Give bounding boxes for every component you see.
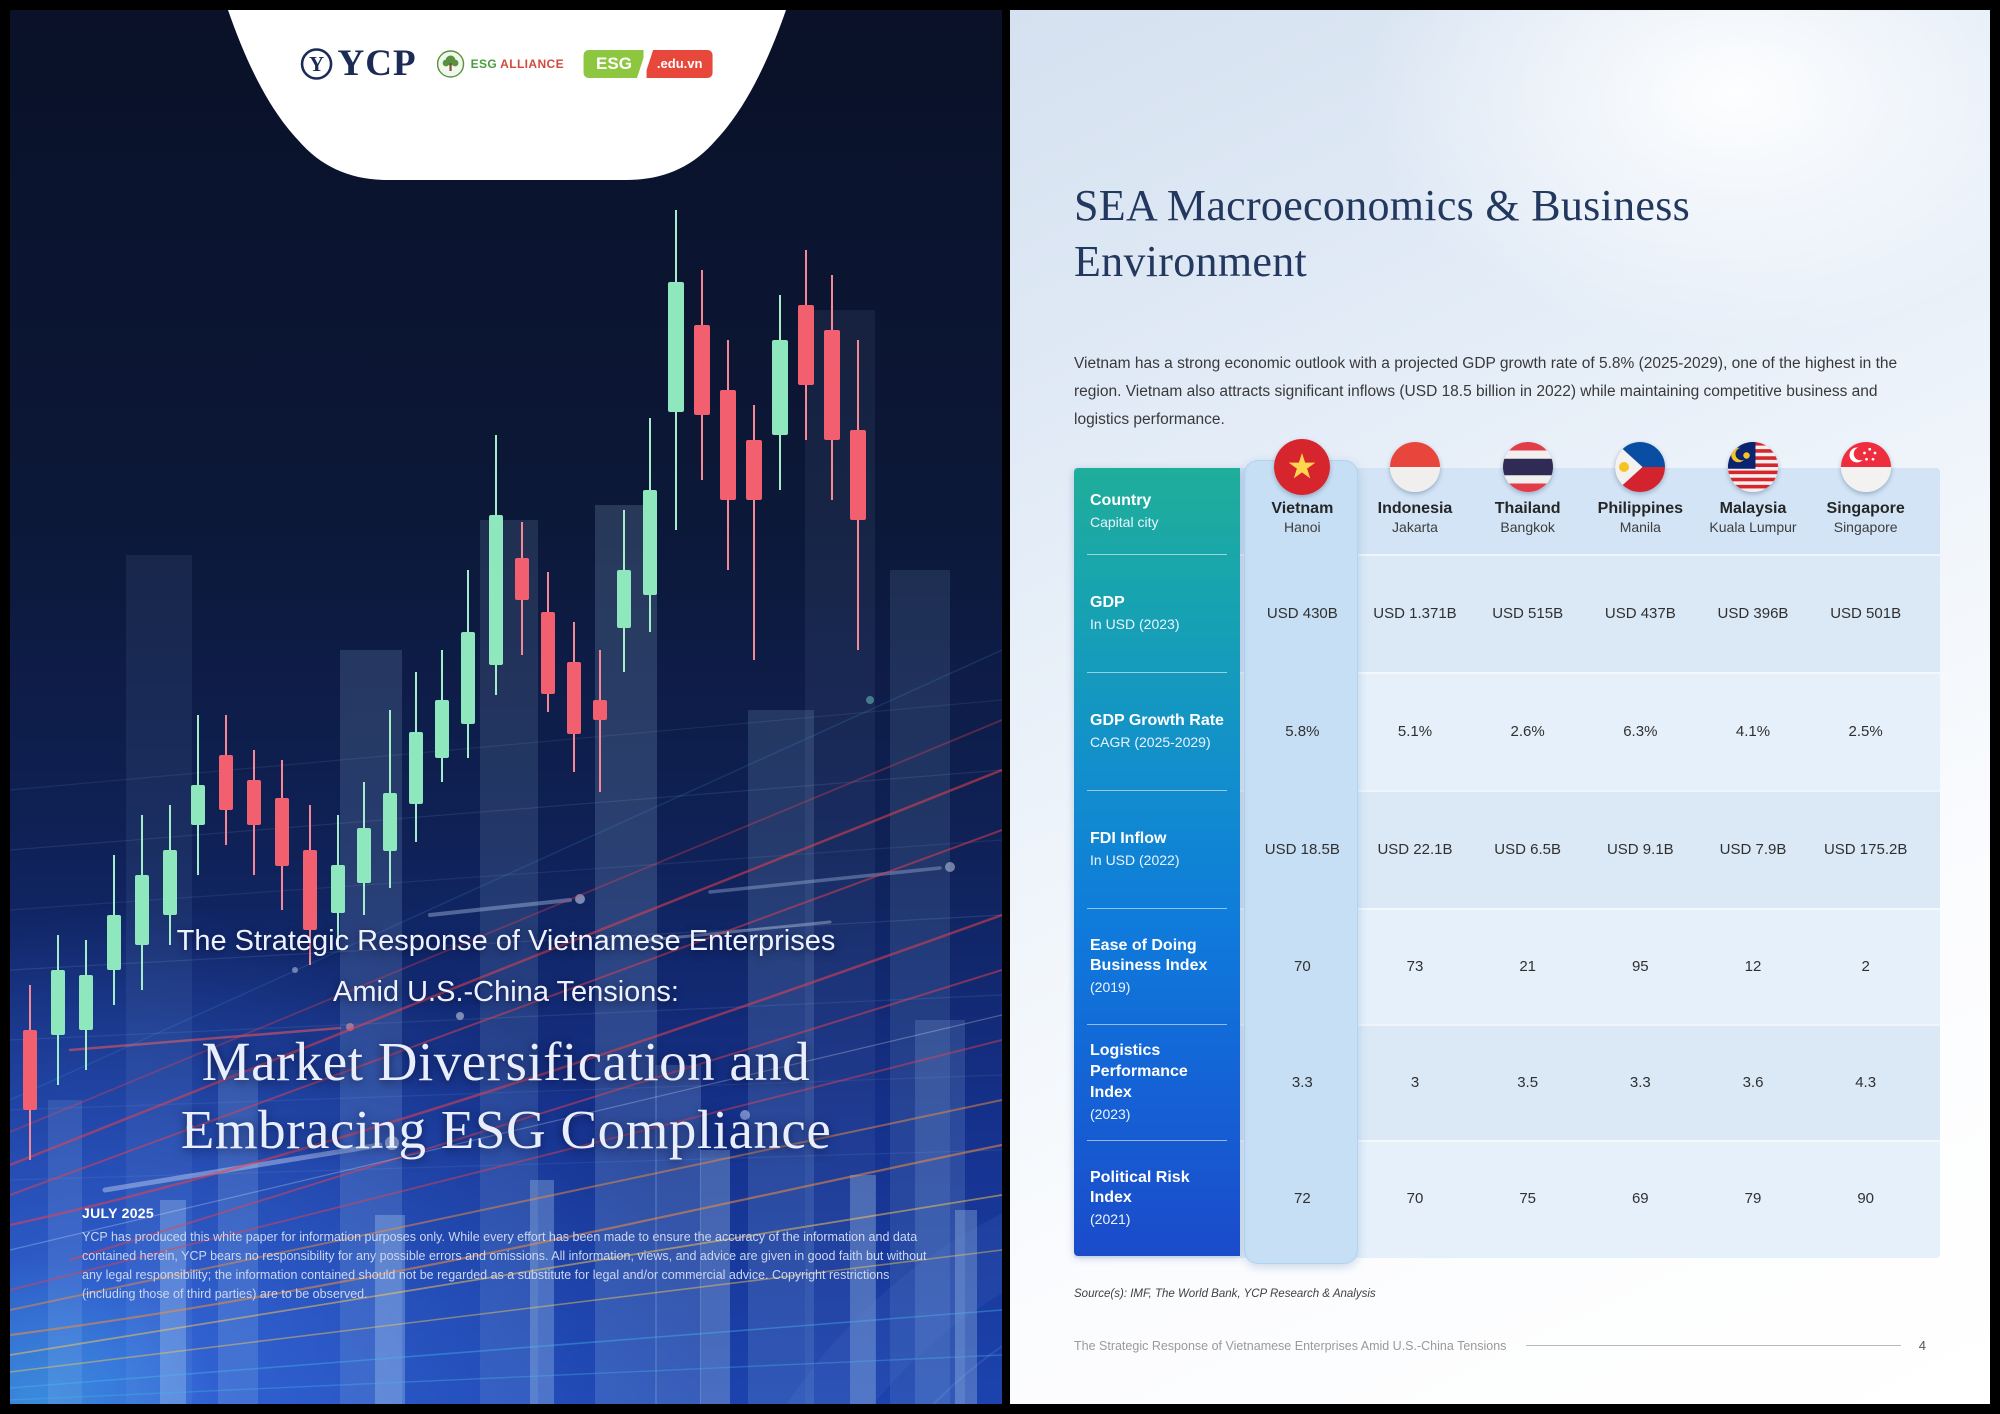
cover-subtitle-line2: Amid U.S.-China Tensions:	[10, 976, 1002, 1009]
table-row-growth: 5.8% 5.1% 2.6% 6.3% 4.1% 2.5%	[1246, 672, 1922, 790]
table-row-lpi: 3.3 3 3.5 3.3 3.6 4.3	[1246, 1024, 1922, 1140]
esg-alliance-tree-icon	[437, 50, 465, 78]
malaysia-flag-icon	[1728, 442, 1778, 492]
row-label-fdi: FDI Inflow In USD (2022)	[1074, 790, 1240, 908]
esg-alliance-wordmark: ESGALLIANCE	[471, 57, 564, 71]
page-footer: The Strategic Response of Vietnamese Ent…	[1074, 1338, 1926, 1353]
row-label-gdp: GDP In USD (2023)	[1074, 554, 1240, 672]
footer-title: The Strategic Response of Vietnamese Ent…	[1074, 1339, 1506, 1353]
philippines-flag-icon	[1615, 442, 1665, 492]
row-label-lpi: Logistics Performance Index (2023)	[1074, 1024, 1240, 1140]
svg-text:Y: Y	[309, 52, 324, 76]
indonesia-flag-icon	[1390, 442, 1440, 492]
macro-table: Country Capital city GDP In USD (2023) G…	[1074, 468, 1940, 1256]
intro-paragraph: Vietnam has a strong economic outlook wi…	[1074, 350, 1906, 434]
source-note: Source(s): IMF, The World Bank, YCP Rese…	[1074, 1288, 1376, 1300]
cover-illustration	[10, 10, 1002, 1404]
thailand-flag-icon	[1503, 442, 1553, 492]
row-label-column: Country Capital city GDP In USD (2023) G…	[1074, 468, 1240, 1256]
content-page: SEA Macroeconomics & Business Environmen…	[1010, 10, 1990, 1404]
ycp-logo: Y YCP	[300, 42, 417, 85]
page-number: 4	[1919, 1338, 1926, 1353]
row-label-growth: GDP Growth Rate CAGR (2025-2029)	[1074, 672, 1240, 790]
country-header-vietnam: Vietnam Hanoi	[1246, 438, 1359, 556]
cover-subtitle-line1: The Strategic Response of Vietnamese Ent…	[10, 925, 1002, 958]
country-header-singapore: Singapore Singapore	[1809, 438, 1922, 556]
country-header-thailand: Thailand Bangkok	[1471, 438, 1584, 556]
page-title: SEA Macroeconomics & Business Environmen…	[1074, 178, 1690, 291]
esg-eduvn-badge: ESG .edu.vn	[584, 50, 712, 78]
row-label-political: Political Risk Index (2021)	[1074, 1140, 1240, 1256]
country-header-philippines: Philippines Manila	[1584, 438, 1697, 556]
table-row-gdp: USD 430B USD 1.371B USD 515B USD 437B US…	[1246, 554, 1922, 672]
esg-badge-right: .edu.vn	[647, 50, 713, 78]
disclaimer-text: YCP has produced this white paper for in…	[82, 1228, 934, 1304]
table-row-ease: 70 73 21 95 12 2	[1246, 908, 1922, 1024]
table-row-political: 72 70 75 69 79 90	[1246, 1140, 1922, 1256]
table-row-fdi: USD 18.5B USD 22.1B USD 6.5B USD 9.1B US…	[1246, 790, 1922, 908]
page-title-line2: Environment	[1074, 234, 1690, 290]
esg-badge-left: ESG	[584, 50, 644, 78]
whitepaper-spread: Y YCP ESGALLIANCE ESG .edu.vn Th	[0, 0, 2000, 1414]
publication-date: JULY 2025	[82, 1205, 154, 1221]
country-header-malaysia: Malaysia Kuala Lumpur	[1697, 438, 1810, 556]
singapore-flag-icon	[1841, 442, 1891, 492]
esg-alliance-logo: ESGALLIANCE	[437, 50, 564, 78]
row-label-country: Country Capital city	[1074, 468, 1240, 554]
country-header-indonesia: Indonesia Jakarta	[1359, 438, 1472, 556]
cover-page: Y YCP ESGALLIANCE ESG .edu.vn Th	[10, 10, 1002, 1404]
cover-title-line2: Embracing ESG Compliance	[10, 1098, 1002, 1161]
page-title-line1: SEA Macroeconomics & Business	[1074, 178, 1690, 234]
cover-title-line1: Market Diversification and	[10, 1030, 1002, 1093]
ycp-mark-icon: Y	[300, 47, 334, 81]
row-label-ease: Ease of Doing Business Index (2019)	[1074, 908, 1240, 1024]
footer-divider	[1526, 1345, 1900, 1346]
logo-row: Y YCP ESGALLIANCE ESG .edu.vn	[300, 42, 713, 85]
ycp-wordmark: YCP	[338, 42, 417, 85]
vietnam-flag-icon	[1274, 439, 1330, 495]
country-header-row: Vietnam Hanoi Indonesia Jakarta	[1246, 438, 1922, 556]
